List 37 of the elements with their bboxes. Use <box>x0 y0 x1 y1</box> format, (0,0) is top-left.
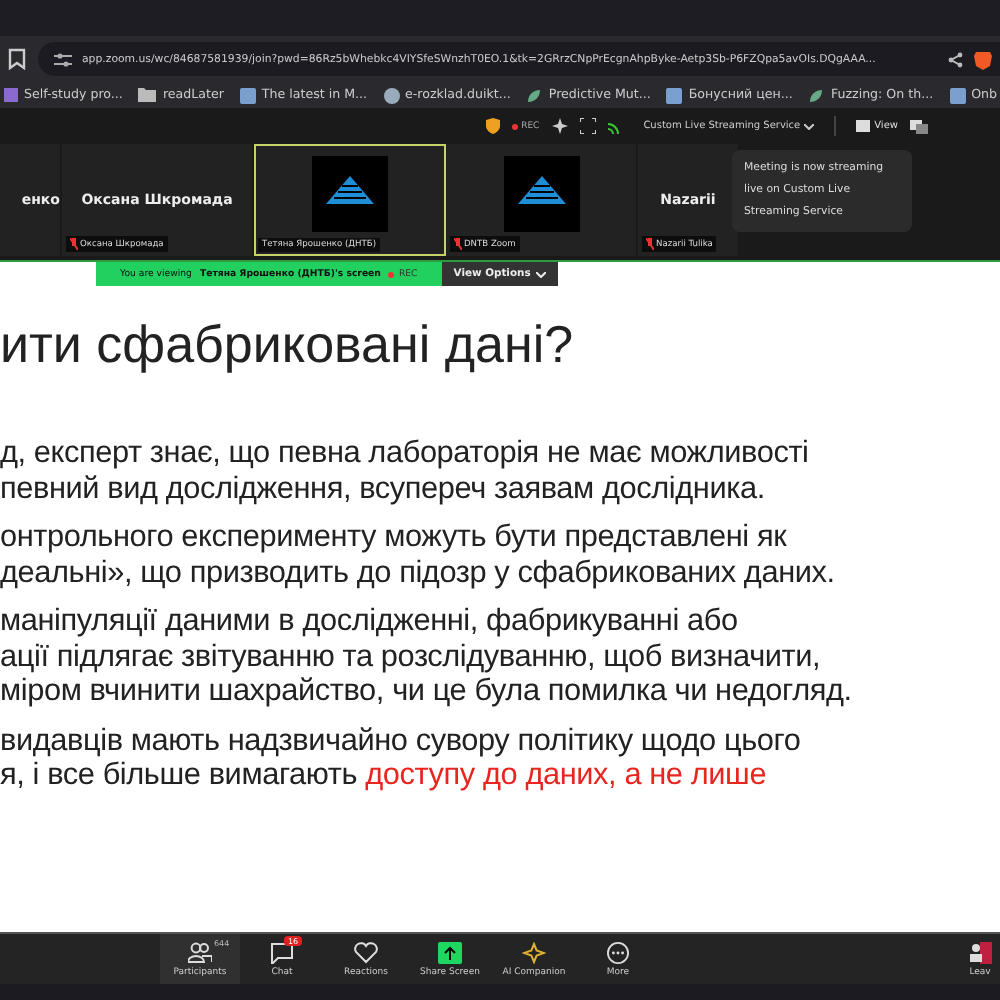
slide-text-line: міром вчинити шахрайство, чи це була помилка чи недогляд. <box>0 674 854 709</box>
slide-text-line: д, експерт знає, що певна лабораторія не має можливості <box>0 436 811 471</box>
share-screen-icon <box>438 941 462 963</box>
logo-image <box>503 156 579 232</box>
bookmark-icon[interactable] <box>8 48 26 70</box>
sparkle-icon <box>522 941 546 963</box>
page-icon <box>239 87 256 103</box>
grid-icon <box>856 120 871 132</box>
page-icon <box>949 87 966 103</box>
sparkle-icon[interactable] <box>551 118 568 134</box>
logo-image <box>311 156 387 232</box>
shield-icon <box>485 118 500 134</box>
page-icon <box>666 87 683 103</box>
chevron-down-icon <box>804 123 815 129</box>
slide-text-line: видавців мають надзвичайно сувору політику щодо цього <box>0 723 803 758</box>
slide-text-line: онтрольного експерименту можуть бути представлені як <box>0 520 789 555</box>
chat-bubble-icon <box>270 941 294 963</box>
share-icon[interactable] <box>948 51 964 67</box>
leaf-icon <box>808 87 825 103</box>
window-icon[interactable] <box>910 119 928 133</box>
people-icon <box>188 941 212 963</box>
leave-icon <box>968 941 992 963</box>
broadcast-icon[interactable] <box>607 118 624 134</box>
folder-icon <box>138 88 157 102</box>
chevron-down-icon <box>536 271 547 277</box>
heart-icon <box>354 941 378 963</box>
screen-frame-icon[interactable] <box>579 118 596 134</box>
slide-title: ити сфабриковані дані? <box>0 312 576 376</box>
slide-text-line: ації підлягає звітуванню та розслідуванню, щоб визначити, <box>0 639 823 674</box>
slide-text-line: певний вид дослідження, всупереч заявам дослідника. <box>0 471 767 506</box>
more-icon <box>606 941 630 963</box>
leaf-icon <box>526 87 543 103</box>
site-settings-icon[interactable] <box>54 51 72 67</box>
slide-text-line: деальні», що призводить до підозр у сфабрикованих даних. <box>0 555 837 590</box>
slide-text-line: я, і все більше вимагають доступу до даних, а не лише <box>0 758 769 793</box>
globe-icon <box>383 87 400 103</box>
slide-text-line: маніпуляції даними в дослідженні, фабрикуванні або <box>0 604 740 639</box>
